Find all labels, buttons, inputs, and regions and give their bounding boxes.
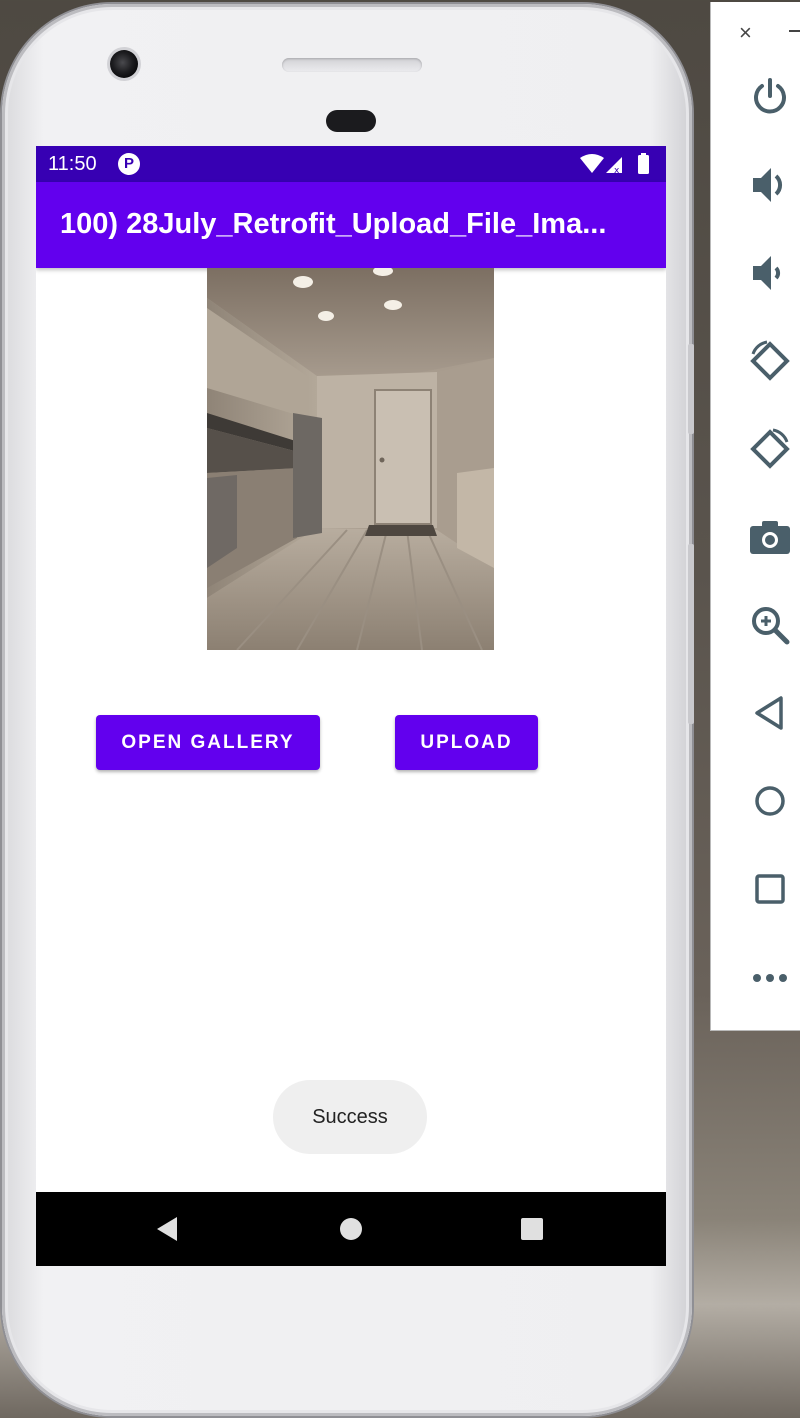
overview-icon[interactable] (745, 864, 795, 914)
rotate-right-icon[interactable] (745, 424, 795, 474)
minimize-icon[interactable] (789, 30, 800, 32)
earpiece-speaker (282, 58, 422, 72)
status-bar: 11:50 P x (36, 146, 666, 182)
recents-icon[interactable] (521, 1218, 543, 1240)
wifi-icon (580, 154, 604, 173)
volume-up-icon[interactable] (745, 160, 795, 210)
ceiling-light (318, 311, 334, 321)
status-time: 11:50 (48, 153, 97, 175)
phone-side-button (688, 544, 694, 724)
upload-button[interactable]: UPLOAD (395, 715, 538, 770)
home-icon[interactable] (339, 1217, 363, 1241)
open-gallery-button[interactable]: OPEN GALLERY (96, 715, 320, 770)
zoom-icon[interactable] (745, 600, 795, 650)
toast-message: Success (273, 1080, 427, 1154)
kitchen-photo (207, 268, 494, 650)
close-icon[interactable]: × (739, 20, 752, 46)
emulator-toolbar: × (710, 2, 800, 1031)
navigation-bar (36, 1192, 666, 1266)
ceiling-light (293, 276, 313, 288)
volume-down-icon[interactable] (745, 248, 795, 298)
camera-icon[interactable] (745, 512, 795, 562)
proximity-sensor (326, 110, 376, 132)
image-preview (207, 268, 494, 650)
back-icon[interactable] (155, 1217, 179, 1241)
home-icon[interactable] (745, 776, 795, 826)
power-icon[interactable] (745, 72, 795, 122)
front-camera (110, 50, 138, 78)
app-bar: 100) 28July_Retrofit_Upload_File_Ima... (36, 182, 666, 268)
battery-icon (638, 155, 649, 174)
app-notification-icon: P (118, 153, 140, 175)
phone-side-button (688, 344, 694, 434)
app-title: 100) 28July_Retrofit_Upload_File_Ima... (60, 208, 607, 240)
phone-frame: 11:50 P x 100) 28July_Retrofit_Upload_Fi… (2, 4, 694, 1416)
status-icons: x (580, 153, 649, 176)
rotate-left-icon[interactable] (745, 336, 795, 386)
more-icon[interactable] (745, 952, 795, 1002)
device-screen: 11:50 P x 100) 28July_Retrofit_Upload_Fi… (36, 146, 666, 1266)
ceiling-light (384, 300, 402, 310)
back-icon[interactable] (745, 688, 795, 738)
svg-text:x: x (614, 166, 620, 176)
